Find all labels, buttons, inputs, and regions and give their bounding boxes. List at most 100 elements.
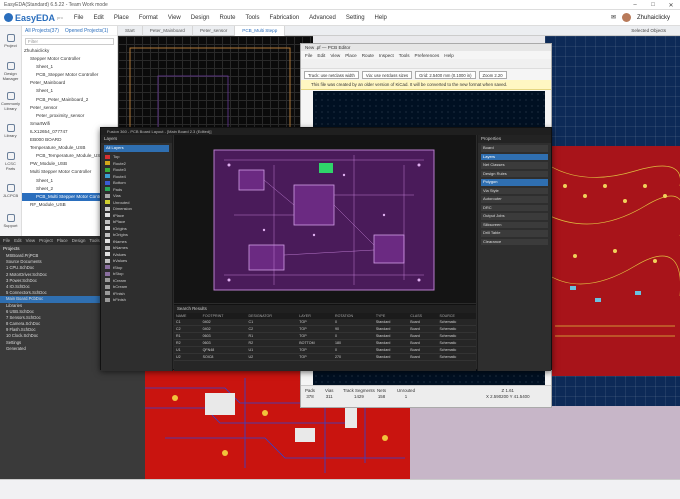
table-row[interactable]: U1 QFN48 U1 TOP 0 Standard Board Schematic [174, 346, 476, 354]
kicad-menu-view[interactable]: View [330, 53, 340, 58]
tree-item[interactable]: Peter_Mainboard [22, 79, 117, 87]
eagle-canvas[interactable] [174, 135, 476, 303]
menu-view[interactable]: View [163, 15, 186, 21]
tree-item[interactable]: PCB_Peter_Mainboard_2 [22, 96, 117, 104]
menu-edit[interactable]: Edit [88, 15, 108, 21]
kicad-menu-tools[interactable]: Tools [399, 53, 410, 58]
altium-menu-project[interactable]: Project [39, 238, 53, 243]
altium-menu-edit[interactable]: Edit [14, 238, 22, 243]
altium-menu-design[interactable]: Design [72, 238, 86, 243]
menu-advanced[interactable]: Advanced [304, 15, 341, 21]
rail-label: Library [4, 133, 17, 138]
property-item[interactable]: Net Classes [481, 162, 548, 169]
tab-peter-sensor[interactable]: Peter_sensor [193, 25, 236, 36]
project-filter-input[interactable]: Filter [25, 38, 114, 45]
tab-pcb-multi-stepper[interactable]: PCB_Multi Stepp [235, 25, 286, 36]
tree-item[interactable]: Stepper Motor Controller [22, 55, 117, 63]
table-cell: 180 [333, 339, 374, 347]
tree-item[interactable]: Peter_proximity_sensor [22, 112, 117, 120]
tree-item[interactable]: Sheet_1 [22, 87, 117, 95]
layer-name: tPlace [113, 212, 125, 218]
grid-select[interactable]: Grid: 2.5400 mm (0.1000 in) [415, 70, 476, 79]
table-cell: R1 [246, 332, 298, 340]
tab-all-projects[interactable]: All Projects(37) [25, 28, 59, 34]
kicad-menu-help[interactable]: Help [444, 53, 453, 58]
kicad-menu-edit[interactable]: Edit [317, 53, 325, 58]
property-item[interactable]: Layers [481, 153, 548, 160]
menu-setting[interactable]: Setting [341, 15, 370, 21]
kicad-menu-inspect[interactable]: Inspect [379, 53, 394, 58]
kicad-menu-place[interactable]: Place [345, 53, 357, 58]
table-cell: QFN48 [200, 346, 247, 354]
via-size-select[interactable]: Via: use netclass sizes [361, 70, 413, 79]
table-cell: Schematic [437, 346, 476, 354]
menu-place[interactable]: Place [109, 15, 134, 21]
tree-item[interactable]: PCB_Stepper Motor Controller [22, 71, 117, 79]
layer-row[interactable]: bFinish [101, 297, 172, 304]
layer-filter-select[interactable]: All Layers [104, 145, 169, 152]
rail-label: Support [3, 223, 18, 228]
rail-jlcpcb[interactable]: JLCPCB [0, 176, 21, 206]
menu-fabrication[interactable]: Fabrication [264, 15, 304, 21]
maximize-icon[interactable]: □ [644, 0, 662, 10]
property-item[interactable]: Drill Table [481, 230, 548, 237]
menu-format[interactable]: Format [134, 15, 163, 21]
username[interactable]: Zhuhaiclicky [637, 15, 670, 21]
status-vias: Vias 311 [325, 388, 333, 400]
menu-file[interactable]: File [69, 15, 89, 21]
logo-sub: pro [57, 15, 63, 20]
layer-color-swatch [105, 193, 110, 198]
kicad-toolbar[interactable] [301, 59, 551, 69]
property-item[interactable]: Autorouter [481, 196, 548, 203]
eagle-title: Fusion 360 - PCB Board Layout - [Main Bo… [101, 128, 551, 135]
menu-design[interactable]: Design [186, 15, 215, 21]
status-value: 1 [404, 394, 408, 399]
secondary-canvas[interactable] [410, 406, 680, 479]
menu-tools[interactable]: Tools [240, 15, 264, 21]
altium-menu-place[interactable]: Place [57, 238, 68, 243]
property-item[interactable]: Via Style [481, 187, 548, 194]
table-cell: Standard [373, 353, 409, 361]
table-row[interactable]: C2 0402 C2 TOP 90 Standard Board Schematic [174, 325, 476, 333]
table-row[interactable]: R2 0603 R2 BOTTOM 180 Standard Board Schematic [174, 339, 476, 347]
table-cell: R2 [246, 339, 298, 347]
property-item[interactable]: Polygon [481, 179, 548, 186]
zoom-select[interactable]: Zoom 2.20 [478, 70, 507, 79]
table-cell: Standard [373, 339, 409, 347]
kicad-menu-file[interactable]: File [305, 53, 312, 58]
property-item[interactable]: Clearance [481, 238, 548, 245]
property-item[interactable]: Output Jobs [481, 213, 548, 220]
tab-opened-projects[interactable]: Opened Projects(1) [65, 28, 108, 34]
kicad-menu-route[interactable]: Route [362, 53, 374, 58]
rail-project[interactable]: Project [0, 26, 21, 56]
table-row[interactable]: U2 SOIC8 U2 TOP 270 Standard Board Schematic [174, 353, 476, 361]
tab-start[interactable]: Start [118, 25, 143, 36]
red-layer-canvas[interactable] [545, 36, 680, 406]
tree-item[interactable]: Sheet_1 [22, 63, 117, 71]
close-icon[interactable]: ✕ [662, 0, 680, 10]
track-width-select[interactable]: Track: use netclass width [304, 70, 359, 79]
avatar[interactable] [621, 13, 631, 22]
rail-support[interactable]: Support [0, 206, 21, 236]
property-item[interactable]: Silkscreen [481, 221, 548, 228]
layer-name: Bottom [113, 180, 126, 186]
altium-menu-tools[interactable]: Tools [89, 238, 99, 243]
altium-menu-file[interactable]: File [3, 238, 10, 243]
rail-lcsc[interactable]: LCSC Parts [0, 146, 21, 176]
minimize-icon[interactable]: – [626, 0, 644, 10]
property-item[interactable]: Design Rules [481, 170, 548, 177]
tree-item[interactable]: Zhuhaiclicky [22, 47, 117, 55]
altium-menu-view[interactable]: View [26, 238, 35, 243]
rail-library[interactable]: Library [0, 116, 21, 146]
rail-common-library[interactable]: Commonly Library [0, 86, 21, 116]
kicad-menu-preferences[interactable]: Preferences [415, 53, 440, 58]
rail-design-manager[interactable]: Design Manager [0, 56, 21, 86]
property-item[interactable]: Board [481, 145, 548, 152]
table-row[interactable]: R1 0603 R1 TOP 0 Standard Board Schematic [174, 332, 476, 340]
menu-route[interactable]: Route [214, 15, 240, 21]
tree-item[interactable]: Peter_sensor [22, 104, 117, 112]
tab-peter-mainboard[interactable]: Peter_Mainboard [143, 25, 193, 36]
bell-icon[interactable]: ✉ [611, 14, 616, 21]
property-item[interactable]: DRC [481, 204, 548, 211]
menu-help[interactable]: Help [370, 15, 392, 21]
